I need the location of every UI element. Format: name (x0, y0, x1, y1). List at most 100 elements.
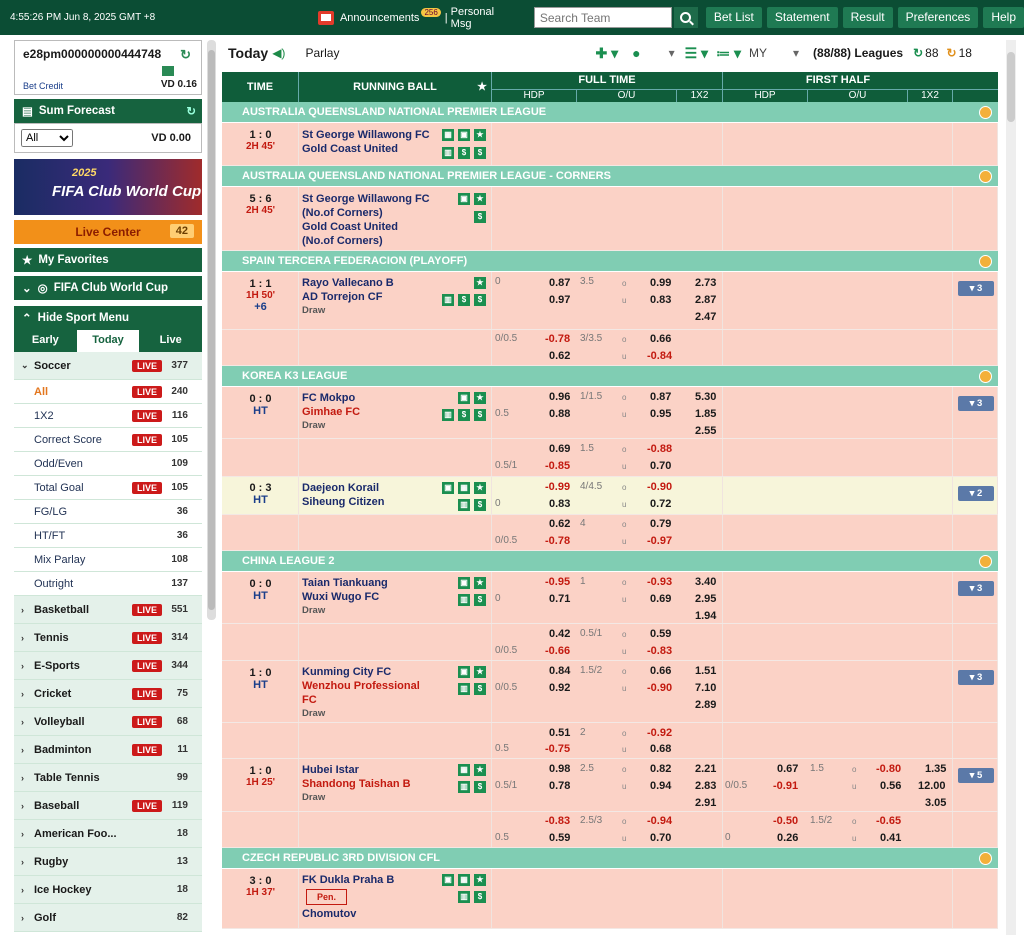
tv-icon[interactable]: ▣ (458, 392, 470, 404)
more-markets-button[interactable]: ▾ 3 (958, 581, 994, 596)
tv-icon[interactable]: ▣ (442, 482, 454, 494)
sum-forecast-header[interactable]: ▤ Sum Forecast ↻ (14, 99, 202, 123)
tab-today[interactable]: Today (76, 330, 140, 352)
more-markets-button[interactable]: ▾ 3 (958, 670, 994, 685)
league-header[interactable]: AUSTRALIA QUEENSLAND NATIONAL PREMIER LE… (222, 102, 998, 123)
tv-icon[interactable]: ▣ (458, 577, 470, 589)
league-header[interactable]: CZECH REPUBLIC 3RD DIVISION CFL (222, 848, 998, 869)
star-icon[interactable]: ★ (474, 193, 486, 205)
sidebar-item-all[interactable]: All LIVE 240 (14, 380, 202, 404)
main-scrollbar[interactable] (1006, 40, 1016, 935)
calendar-icon[interactable]: ▦ (458, 764, 470, 776)
sidebar-item-tennis[interactable]: › Tennis LIVE 314 (14, 624, 202, 652)
tab-live[interactable]: Live (139, 330, 202, 352)
expand-icon[interactable] (162, 66, 174, 76)
league-header[interactable]: AUSTRALIA QUEENSLAND NATIONAL PREMIER LE… (222, 166, 998, 187)
calendar-icon[interactable]: ▦ (458, 482, 470, 494)
timer-icon[interactable]: ↻ (947, 46, 957, 60)
live-center-button[interactable]: Live Center 42 (14, 220, 202, 244)
sidebar-item-american-foo-[interactable]: › American Foo... 18 (14, 820, 202, 848)
sidebar-item-baseball[interactable]: › Baseball LIVE 119 (14, 792, 202, 820)
club-world-cup-menu[interactable]: ⌄ ◎ FIFA Club World Cup (14, 276, 202, 300)
dollar-icon[interactable]: $ (458, 147, 470, 159)
sort-icon[interactable]: ☰ ▾ (685, 45, 708, 62)
speaker-icon[interactable]: ◀) (272, 46, 285, 60)
more-markets-button[interactable]: ▾ 3 (958, 396, 994, 411)
result-button[interactable]: Result (842, 7, 893, 28)
sidebar-item-outright[interactable]: Outright 137 (14, 572, 202, 596)
star-icon[interactable]: ★ (474, 577, 486, 589)
tab-early[interactable]: Early (14, 330, 77, 352)
refresh-icon[interactable] (979, 255, 992, 268)
dollar-icon[interactable]: $ (474, 781, 486, 793)
stats-icon[interactable]: ▥ (458, 781, 470, 793)
refresh-icon[interactable] (979, 852, 992, 865)
sidebar-item-correct-score[interactable]: Correct Score LIVE 105 (14, 428, 202, 452)
sidebar-item-cricket[interactable]: › Cricket LIVE 75 (14, 680, 202, 708)
sidebar-item-soccer[interactable]: ⌄ Soccer LIVE 377 (14, 352, 202, 380)
star-icon[interactable]: ★ (474, 129, 486, 141)
star-icon[interactable]: ★ (474, 482, 486, 494)
cash-icon[interactable]: $ (474, 294, 486, 306)
sidebar-item-volleyball[interactable]: › Volleyball LIVE 68 (14, 708, 202, 736)
dollar-icon[interactable]: $ (458, 294, 470, 306)
sidebar-item-mix-parlay[interactable]: Mix Parlay 108 (14, 548, 202, 572)
dollar-icon[interactable]: $ (474, 499, 486, 511)
tv-icon[interactable]: ▣ (458, 193, 470, 205)
sidebar-item-table-tennis[interactable]: › Table Tennis 99 (14, 764, 202, 792)
statement-button[interactable]: Statement (766, 7, 838, 28)
refresh-icon[interactable]: ↻ (186, 104, 196, 118)
leagues-count[interactable]: (88/88) Leagues (813, 46, 903, 60)
bet-list-button[interactable]: Bet List (705, 7, 762, 28)
ball-icon[interactable]: ● (632, 45, 640, 61)
stats-icon[interactable]: ▥ (442, 409, 454, 421)
stats-icon[interactable]: ▥ (458, 891, 470, 903)
star-icon[interactable]: ★ (474, 277, 486, 289)
stats-icon[interactable]: ▥ (458, 594, 470, 606)
sidebar-item-basketball[interactable]: › Basketball LIVE 551 (14, 596, 202, 624)
league-header[interactable]: SPAIN TERCERA FEDERACION (PLAYOFF) (222, 251, 998, 272)
stats-icon[interactable]: ▥ (442, 147, 454, 159)
hide-sport-menu-button[interactable]: ⌃ Hide Sport Menu (14, 306, 202, 330)
chevron-down-icon[interactable]: ▾ (669, 46, 675, 60)
calendar-icon[interactable]: ▦ (442, 129, 454, 141)
left-scrollbar[interactable] (207, 40, 216, 620)
sidebar-item-fg-lg[interactable]: FG/LG 36 (14, 500, 202, 524)
tv-icon[interactable]: ▣ (458, 666, 470, 678)
more-markets-button[interactable]: ▾ 2 (958, 486, 994, 501)
sidebar-item-ht-ft[interactable]: HT/FT 36 (14, 524, 202, 548)
sidebar-item-rugby[interactable]: › Rugby 13 (14, 848, 202, 876)
star-icon[interactable]: ★ (474, 392, 486, 404)
personal-msg-link[interactable]: Personal Msg (451, 6, 518, 30)
help-button[interactable]: Help (983, 7, 1024, 28)
refresh-icon[interactable]: ↻ (180, 47, 191, 63)
sidebar-item-1x2[interactable]: 1X2 LIVE 116 (14, 404, 202, 428)
search-input[interactable] (533, 7, 672, 28)
dollar-icon[interactable]: $ (474, 891, 486, 903)
preferences-button[interactable]: Preferences (897, 7, 979, 28)
my-favorites-button[interactable]: ★ My Favorites (14, 248, 202, 272)
stats-icon[interactable]: ▥ (442, 294, 454, 306)
add-icon[interactable]: ✚ ▾ (595, 45, 618, 62)
sidebar-item-odd-even[interactable]: Odd/Even 109 (14, 452, 202, 476)
refresh-icon[interactable] (979, 555, 992, 568)
more-markets-button[interactable]: ▾ 5 (958, 768, 994, 783)
star-icon[interactable]: ★ (474, 666, 486, 678)
tv-icon[interactable]: ▣ (458, 129, 470, 141)
odds-select[interactable]: MY (749, 46, 793, 60)
refresh-icon[interactable] (979, 370, 992, 383)
dollar-icon[interactable]: $ (474, 211, 486, 223)
dollar-icon[interactable]: $ (474, 683, 486, 695)
announcements-link[interactable]: Announcements 256 | Personal Msg (317, 6, 518, 30)
sidebar-item-total-goal[interactable]: Total Goal LIVE 105 (14, 476, 202, 500)
refresh-icon[interactable] (979, 170, 992, 183)
star-icon[interactable]: ★ (477, 80, 487, 93)
tv-icon[interactable]: ▣ (442, 874, 454, 886)
sidebar-item-e-sports[interactable]: › E-Sports LIVE 344 (14, 652, 202, 680)
dollar-icon[interactable]: $ (474, 594, 486, 606)
view-icon[interactable]: ≔ ▾ (716, 45, 741, 62)
calendar-icon[interactable]: ▦ (458, 874, 470, 886)
star-icon[interactable]: ★ (474, 874, 486, 886)
refresh-icon[interactable]: ↻ (913, 46, 923, 60)
league-header[interactable]: KOREA K3 LEAGUE (222, 366, 998, 387)
